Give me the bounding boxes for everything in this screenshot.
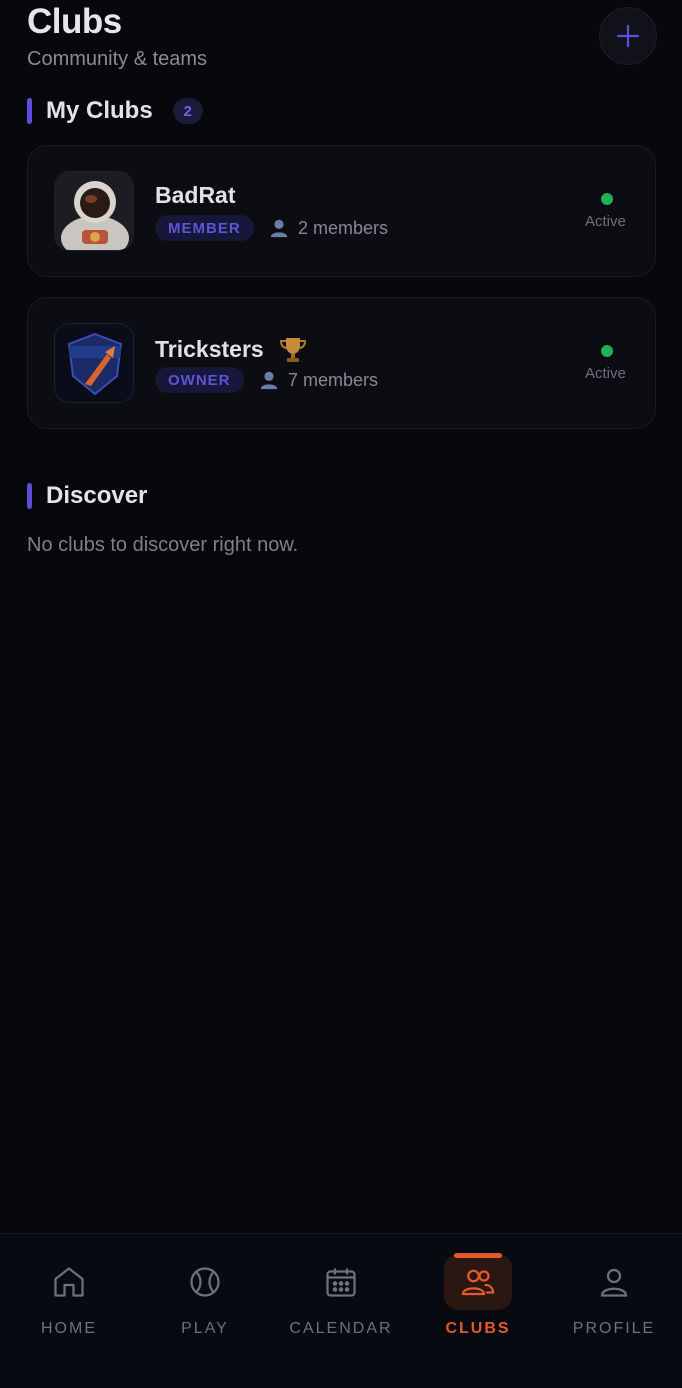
tab-icon-wrap [444, 1253, 512, 1310]
tab-icon-wrap [35, 1254, 103, 1310]
discover-header: Discover [27, 481, 147, 511]
active-tab-indicator [454, 1253, 502, 1258]
calendar-icon [326, 1268, 356, 1297]
section-title: Discover [46, 482, 148, 509]
status-text: Active [585, 213, 626, 230]
section-accent-bar [27, 98, 32, 124]
tab-calendar[interactable]: CALENDAR [273, 1234, 409, 1354]
plus-icon [616, 24, 640, 48]
page-header: Clubs Community & teams [27, 0, 657, 80]
club-logo [54, 171, 134, 251]
club-card-tricksters[interactable]: Tricksters OWNER 7 members Active [27, 297, 656, 429]
role-badge: OWNER [155, 367, 244, 393]
trophy-icon [279, 338, 306, 362]
section-title: My Clubs [46, 97, 153, 124]
club-logo [54, 323, 134, 403]
tab-clubs[interactable]: CLUBS [410, 1234, 546, 1354]
status-dot [601, 193, 613, 205]
page-title: Clubs [27, 2, 122, 41]
add-club-button[interactable] [599, 7, 657, 65]
astronaut-avatar-icon [55, 172, 133, 250]
bottom-tab-bar: HOME PLAY CALENDAR CLUBS PROFILE [0, 1233, 682, 1388]
tab-play[interactable]: PLAY [137, 1234, 273, 1354]
person-icon [270, 219, 288, 238]
clubs-count-badge: 2 [172, 98, 203, 124]
club-name-text: Tricksters [155, 335, 264, 362]
my-clubs-header: My Clubs 2 [27, 96, 203, 126]
members-count: 7 members [258, 368, 378, 392]
tab-home[interactable]: HOME [1, 1234, 137, 1354]
tab-label: PLAY [181, 1320, 229, 1337]
users-icon [461, 1269, 495, 1296]
page-subtitle: Community & teams [27, 48, 208, 70]
tab-icon-wrap [580, 1254, 648, 1310]
section-accent-bar [27, 483, 32, 509]
tab-label: HOME [41, 1320, 97, 1337]
ball-icon [190, 1267, 220, 1297]
members-text: 2 members [298, 217, 389, 238]
club-name: Tricksters [155, 334, 308, 364]
home-icon [54, 1267, 84, 1297]
tab-label: CALENDAR [289, 1320, 393, 1337]
club-name-text: BadRat [155, 182, 236, 208]
club-card-badrat[interactable]: BadRat MEMBER 2 members Active [27, 145, 656, 277]
status-text: Active [585, 365, 626, 382]
status-dot [601, 345, 613, 357]
discover-empty-text: No clubs to discover right now. [27, 534, 299, 556]
tab-profile[interactable]: PROFILE [546, 1234, 682, 1354]
role-badge: MEMBER [155, 215, 254, 241]
members-count: 2 members [268, 216, 388, 240]
person-icon [600, 1268, 628, 1297]
members-text: 7 members [288, 369, 379, 390]
tab-label: CLUBS [445, 1320, 511, 1337]
tab-label: PROFILE [572, 1320, 656, 1337]
tricksters-shield-icon [55, 324, 133, 402]
club-name: BadRat [155, 182, 236, 209]
tab-icon-wrap [171, 1254, 239, 1310]
tab-icon-wrap [307, 1254, 375, 1310]
person-icon [260, 371, 278, 390]
